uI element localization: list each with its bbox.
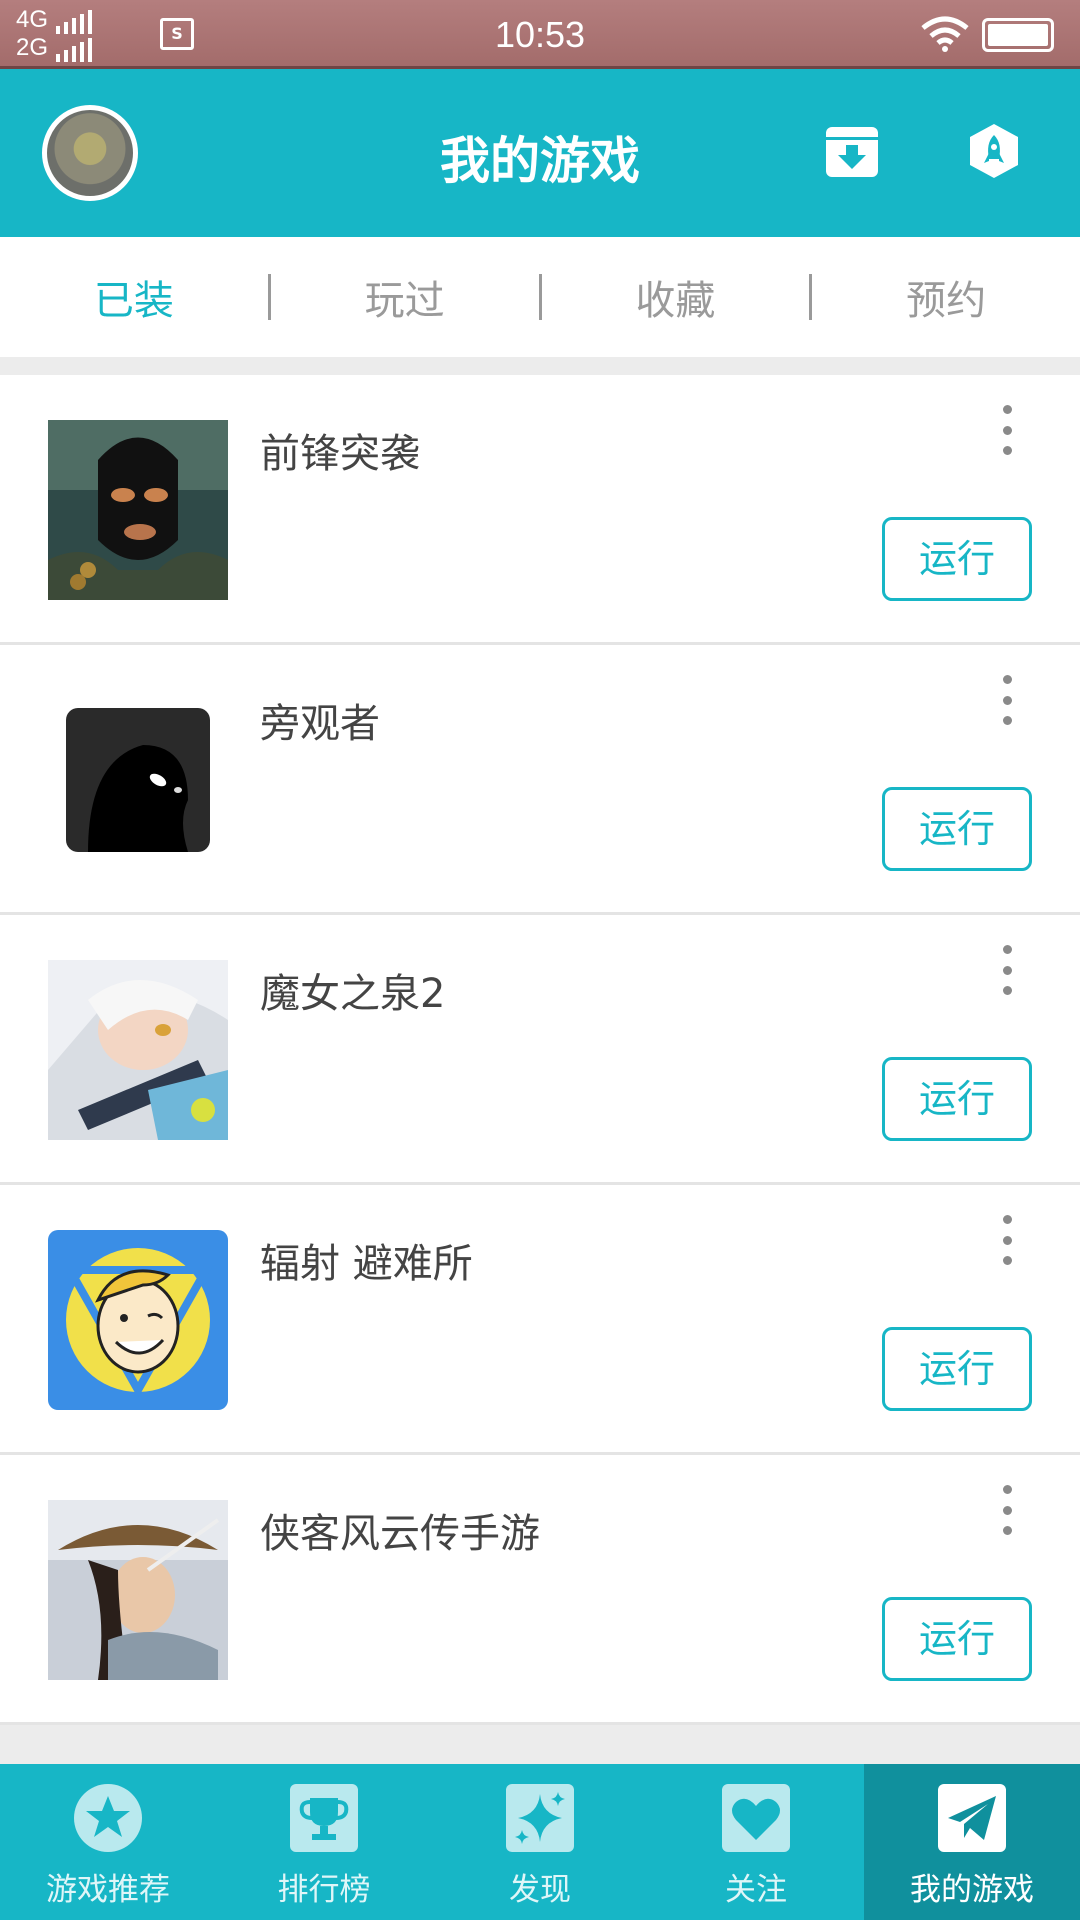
nav-label: 我的游戏 <box>910 1872 1034 1908</box>
trophy-icon <box>290 1784 358 1852</box>
more-vertical-icon[interactable] <box>992 1485 1022 1535</box>
list-item[interactable]: 旁观者 运行 <box>0 645 1080 915</box>
tab-favorites[interactable]: 收藏 <box>542 268 810 326</box>
more-vertical-icon[interactable] <box>992 675 1022 725</box>
wifi-icon <box>921 16 969 52</box>
nav-label: 排行榜 <box>277 1872 371 1908</box>
page-title: 我的游戏 <box>440 132 640 190</box>
nav-my-games[interactable]: 我的游戏 <box>864 1764 1080 1920</box>
game-name: 旁观者 <box>260 701 380 747</box>
tab-bar: 已装 玩过 收藏 预约 <box>0 237 1080 357</box>
nav-label: 游戏推荐 <box>46 1872 170 1908</box>
more-vertical-icon[interactable] <box>992 405 1022 455</box>
nav-discover[interactable]: 发现 <box>432 1764 648 1920</box>
game-name: 辐射 避难所 <box>260 1241 473 1287</box>
sparkle-icon <box>506 1784 574 1852</box>
run-button[interactable]: 运行 <box>882 517 1032 601</box>
game-icon-dark-silhouette[interactable] <box>48 690 228 870</box>
tab-played[interactable]: 玩过 <box>271 268 539 326</box>
list-item[interactable]: 侠客风云传手游 运行 <box>0 1455 1080 1725</box>
game-list: 前锋突袭 运行 旁观者 运行 魔女之泉2 运行 辐射 避难所 运行 侠客风云传手… <box>0 375 1080 1725</box>
nav-game-recommend[interactable]: 游戏推荐 <box>0 1764 216 1920</box>
battery-icon <box>982 18 1054 52</box>
list-item[interactable]: 辐射 避难所 运行 <box>0 1185 1080 1455</box>
list-item[interactable]: 魔女之泉2 运行 <box>0 915 1080 1185</box>
rocket-icon[interactable] <box>966 123 1022 179</box>
nav-follow[interactable]: 关注 <box>648 1764 864 1920</box>
nav-label: 关注 <box>725 1872 787 1908</box>
game-icon-white-haired-girl[interactable] <box>48 960 228 1140</box>
run-button[interactable]: 运行 <box>882 1597 1032 1681</box>
run-button[interactable]: 运行 <box>882 1327 1032 1411</box>
heart-icon <box>722 1784 790 1852</box>
game-name: 魔女之泉2 <box>260 971 446 1017</box>
game-icon-masked-soldier[interactable] <box>48 420 228 600</box>
nav-label: 发现 <box>509 1872 571 1908</box>
clock: 10:53 <box>494 14 586 55</box>
status-bar: 4G 2G S 10:53 <box>0 0 1080 69</box>
tab-reservations[interactable]: 预约 <box>812 268 1080 326</box>
more-vertical-icon[interactable] <box>992 945 1022 995</box>
game-name: 侠客风云传手游 <box>260 1511 540 1557</box>
paper-plane-icon <box>938 1784 1006 1852</box>
game-name: 前锋突袭 <box>260 431 420 477</box>
game-icon-straw-hat-swordsman[interactable] <box>48 1500 228 1680</box>
bottom-nav: 游戏推荐 排行榜 发现 关注 我的游戏 <box>0 1764 1080 1920</box>
download-box-icon[interactable] <box>824 123 880 179</box>
run-button[interactable]: 运行 <box>882 1057 1032 1141</box>
run-button[interactable]: 运行 <box>882 787 1032 871</box>
star-icon <box>74 1784 142 1852</box>
more-vertical-icon[interactable] <box>992 1215 1022 1265</box>
game-icon-vault-boy[interactable] <box>48 1230 228 1410</box>
app-header: 我的游戏 <box>0 69 1080 237</box>
tab-installed[interactable]: 已装 <box>0 268 268 326</box>
list-item[interactable]: 前锋突袭 运行 <box>0 375 1080 645</box>
nav-ranking[interactable]: 排行榜 <box>216 1764 432 1920</box>
